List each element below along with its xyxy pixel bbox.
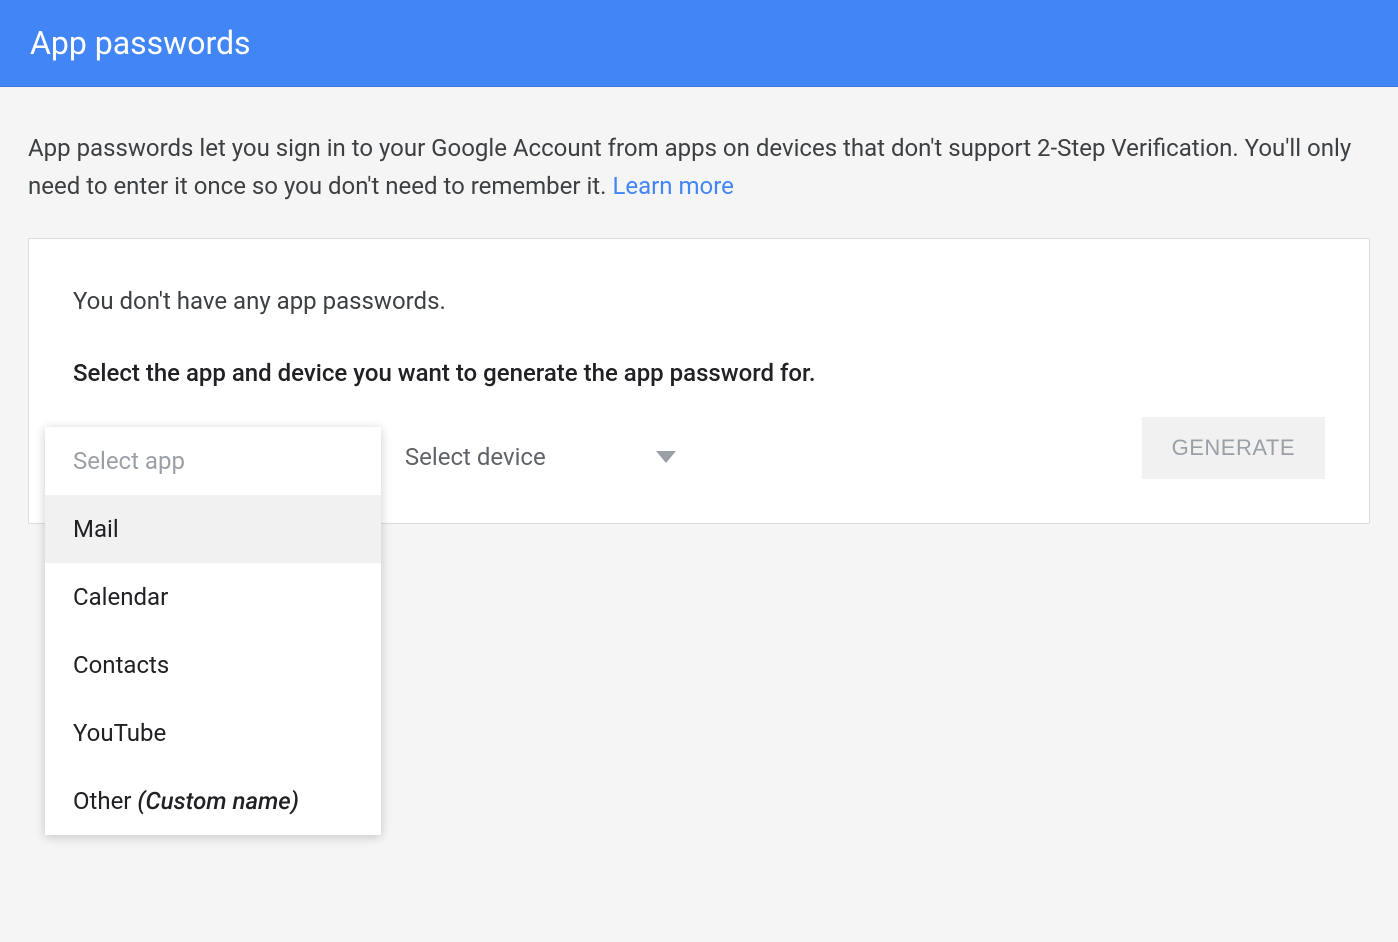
app-dropdown-menu: Select app Mail Calendar Contacts YouTub… (45, 427, 381, 835)
description-text: App passwords let you sign in to your Go… (0, 87, 1398, 238)
select-app-wrapper: Select app Select app Mail Calendar Cont… (73, 435, 285, 479)
dropdown-item-calendar[interactable]: Calendar (45, 563, 381, 631)
no-passwords-message: You don't have any app passwords. (73, 287, 1325, 315)
dropdown-header: Select app (45, 427, 381, 495)
other-custom-label: (Custom name) (137, 787, 299, 815)
select-device-label: Select device (405, 443, 546, 471)
other-label: Other (73, 787, 131, 815)
dropdown-item-contacts[interactable]: Contacts (45, 631, 381, 699)
app-passwords-card: You don't have any app passwords. Select… (28, 238, 1370, 524)
page-header: App passwords (0, 0, 1398, 87)
learn-more-link[interactable]: Learn more (612, 172, 733, 200)
dropdown-item-youtube[interactable]: YouTube (45, 699, 381, 767)
select-device-dropdown[interactable]: Select device (405, 435, 676, 479)
chevron-down-icon (656, 451, 676, 463)
dropdown-item-mail[interactable]: Mail (45, 495, 381, 563)
selectors-row: Select app Select app Mail Calendar Cont… (73, 435, 1325, 479)
select-device-wrapper: Select device (405, 435, 676, 479)
page-title: App passwords (30, 24, 251, 62)
generate-button[interactable]: GENERATE (1142, 417, 1325, 479)
dropdown-item-other[interactable]: Other (Custom name) (45, 767, 381, 835)
instruction-text: Select the app and device you want to ge… (73, 359, 1325, 387)
